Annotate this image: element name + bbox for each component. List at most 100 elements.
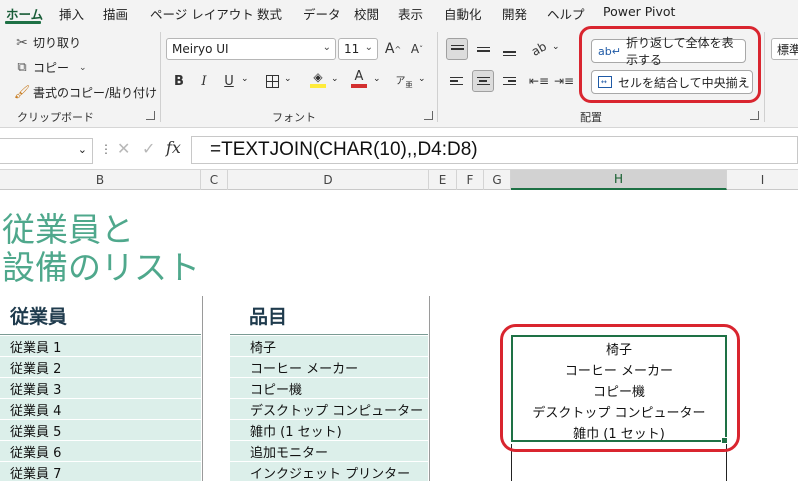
font-size-combo[interactable]: 11 ⌄: [338, 38, 378, 60]
column-header-d[interactable]: D: [228, 170, 429, 190]
table-row[interactable]: 従業員 1: [0, 336, 201, 357]
font-name-combo[interactable]: Meiryo UI ⌄: [166, 38, 336, 60]
table-row[interactable]: デスクトップ コンピューター: [230, 399, 428, 420]
align-left-button[interactable]: [446, 70, 468, 92]
column-header-h[interactable]: H: [511, 170, 727, 190]
grow-font-icon: A: [384, 41, 395, 57]
underline-button[interactable]: U: [218, 70, 240, 92]
fill-color-swatch: [310, 84, 326, 88]
cancel-icon[interactable]: ✕: [117, 139, 130, 158]
table-row[interactable]: 椅子: [230, 336, 428, 357]
clipboard-launcher-icon[interactable]: [146, 111, 155, 120]
chevron-down-icon: ⌄: [552, 42, 560, 52]
chevron-down-icon: ⌄: [241, 74, 249, 84]
column-header-e[interactable]: E: [429, 170, 457, 190]
italic-button[interactable]: I: [193, 70, 215, 92]
align-bottom-button[interactable]: [498, 38, 520, 60]
font-size-value: 11: [344, 42, 360, 56]
column-header-c[interactable]: C: [201, 170, 228, 190]
tab-insert[interactable]: 挿入: [59, 4, 84, 23]
font-launcher-icon[interactable]: [424, 111, 433, 120]
cut-button[interactable]: ✂ 切り取り: [13, 34, 81, 51]
grow-font-button[interactable]: A ^: [382, 38, 404, 60]
copy-icon: ⧉: [17, 60, 27, 75]
format-painter-button[interactable]: 🖌 書式のコピー/貼り付け: [13, 84, 157, 101]
table-row[interactable]: 従業員 5: [0, 420, 201, 441]
table-row[interactable]: 従業員 6: [0, 441, 201, 462]
formula-input[interactable]: =TEXTJOIN(CHAR(10),,D4:D8): [191, 136, 798, 164]
name-box[interactable]: ⌄: [0, 138, 93, 164]
alignment-launcher-icon[interactable]: [750, 111, 759, 120]
number-format-value: 標準: [777, 42, 798, 57]
tab-data[interactable]: データ: [303, 4, 341, 23]
bold-button[interactable]: B: [168, 70, 190, 92]
enter-icon[interactable]: ✓: [142, 139, 155, 158]
tab-draw[interactable]: 描画: [103, 4, 128, 23]
column-header-f[interactable]: F: [457, 170, 484, 190]
borders-button[interactable]: [261, 70, 283, 92]
highlight-box-ribbon: [579, 26, 761, 103]
font-color-button[interactable]: A: [348, 68, 370, 90]
phonetic-button[interactable]: ア亜: [393, 70, 415, 92]
item-header[interactable]: 品目: [249, 302, 287, 329]
orientation-button[interactable]: ab: [524, 34, 554, 64]
align-center-button[interactable]: [472, 70, 494, 92]
fill-color-button[interactable]: ◈: [307, 68, 329, 90]
shrink-font-icon: A: [410, 42, 420, 56]
column-header-i[interactable]: I: [727, 170, 798, 190]
tab-formulas[interactable]: 数式: [257, 4, 282, 23]
text-orientation-icon: ab: [529, 39, 549, 59]
tab-review[interactable]: 校閲: [354, 4, 379, 23]
decrease-indent-button[interactable]: ⇤≡: [528, 70, 550, 92]
table-row[interactable]: 雑巾 (1 セット): [230, 420, 428, 441]
table-row[interactable]: 従業員 4: [0, 399, 201, 420]
copy-label: コピー: [33, 61, 70, 75]
more-options-icon[interactable]: ⋮: [100, 142, 112, 156]
table-row[interactable]: コピー機: [230, 378, 428, 399]
header-underline: [230, 334, 428, 335]
chevron-down-icon: ⌄: [331, 74, 339, 84]
tab-power-pivot[interactable]: Power Pivot: [603, 4, 675, 19]
insert-function-icon[interactable]: fx: [166, 138, 181, 157]
column-header-g[interactable]: G: [484, 170, 511, 190]
chevron-down-icon: ⌄: [79, 62, 87, 73]
decrease-indent-icon: ⇤≡: [528, 74, 550, 88]
increase-indent-icon: ⇥≡: [553, 74, 575, 88]
table-row[interactable]: 追加モニター: [230, 441, 428, 462]
table-row[interactable]: コーヒー メーカー: [230, 357, 428, 378]
cut-label: 切り取り: [33, 36, 82, 50]
increase-indent-button[interactable]: ⇥≡: [553, 70, 575, 92]
tab-help[interactable]: ヘルプ: [547, 4, 585, 23]
formula-bar: ⌄ ⋮ ✕ ✓ fx =TEXTJOIN(CHAR(10),,D4:D8): [0, 128, 798, 170]
sheet-title-line1[interactable]: 従業員と: [2, 210, 134, 250]
chevron-down-icon: ⌄: [322, 42, 331, 53]
table-row[interactable]: 従業員 2: [0, 357, 201, 378]
table-row[interactable]: 従業員 3: [0, 378, 201, 399]
clipboard-group-label: クリップボード: [17, 111, 94, 124]
chevron-down-icon: ⌄: [77, 143, 87, 156]
align-top-button[interactable]: [446, 38, 468, 60]
employee-header[interactable]: 従業員: [10, 302, 67, 329]
column-rule: [202, 296, 203, 481]
table-row[interactable]: インクジェット プリンター: [230, 462, 428, 481]
worksheet-grid: 従業員と 設備のリスト 従業員 品目 従業員 1 従業員 2 従業員 3 従業員…: [0, 190, 798, 481]
font-color-icon: A: [354, 69, 364, 84]
column-header-bar: B C D E F G H I: [0, 170, 798, 190]
sheet-title-line2[interactable]: 設備のリスト: [2, 248, 200, 288]
align-right-button[interactable]: [498, 70, 520, 92]
chevron-down-icon: ⌄: [418, 74, 426, 84]
scissors-icon: ✂: [16, 34, 28, 51]
align-middle-button[interactable]: [472, 38, 494, 60]
tab-developer[interactable]: 開発: [502, 4, 527, 23]
chevron-down-icon: ⌄: [284, 74, 292, 84]
paintbrush-icon: 🖌: [13, 85, 31, 100]
column-header-b[interactable]: B: [0, 170, 201, 190]
table-row[interactable]: 従業員 7: [0, 462, 201, 481]
copy-button[interactable]: ⧉ コピー ⌄: [13, 59, 87, 76]
tab-view[interactable]: 表示: [398, 4, 423, 23]
tab-page-layout[interactable]: ページ レイアウト: [150, 4, 254, 23]
number-format-combo[interactable]: 標準: [771, 38, 798, 60]
tab-automate[interactable]: 自動化: [444, 4, 482, 23]
phonetic-icon: ア亜: [395, 76, 413, 89]
shrink-font-button[interactable]: Aˇ: [406, 38, 428, 60]
